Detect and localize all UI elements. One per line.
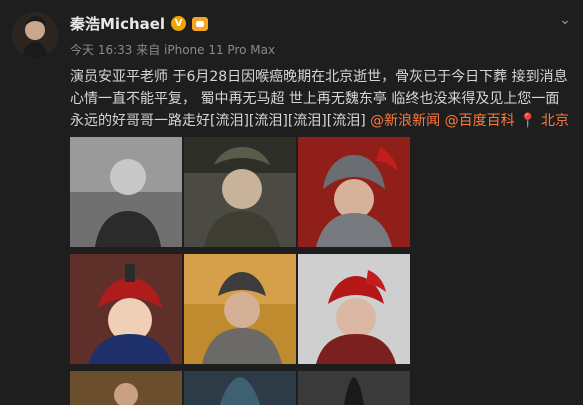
avatar[interactable]: [12, 12, 58, 58]
photo-7[interactable]: [70, 371, 182, 405]
location-link[interactable]: 📍 北京: [519, 113, 569, 129]
username-row: 秦浩Michael V: [70, 13, 209, 34]
photo-8[interactable]: [184, 371, 296, 405]
location-pin-icon: 📍: [519, 113, 537, 129]
username[interactable]: 秦浩Michael: [70, 13, 165, 34]
photo-6[interactable]: [298, 254, 410, 364]
mention-baidu-baike[interactable]: @百度百科: [445, 113, 519, 129]
photo-3[interactable]: [298, 137, 410, 247]
photo-9[interactable]: [298, 371, 410, 405]
photo-2[interactable]: [184, 137, 296, 247]
chevron-down-icon[interactable]: ⌄: [559, 12, 571, 28]
photo-1[interactable]: [70, 137, 182, 247]
mention-sina-news[interactable]: @新浪新闻: [370, 113, 444, 129]
post-text: 演员安亚平老师 于6月28日因喉癌晚期在北京逝世，骨灰已于今日下葬 接到消息心情…: [70, 66, 575, 132]
post-meta: 今天 16:33 来自 iPhone 11 Pro Max: [70, 43, 276, 57]
photo-4[interactable]: [70, 254, 182, 364]
vip-badge-icon: V: [171, 16, 187, 31]
photo-5[interactable]: [184, 254, 296, 364]
level-badge-icon: [192, 16, 209, 31]
